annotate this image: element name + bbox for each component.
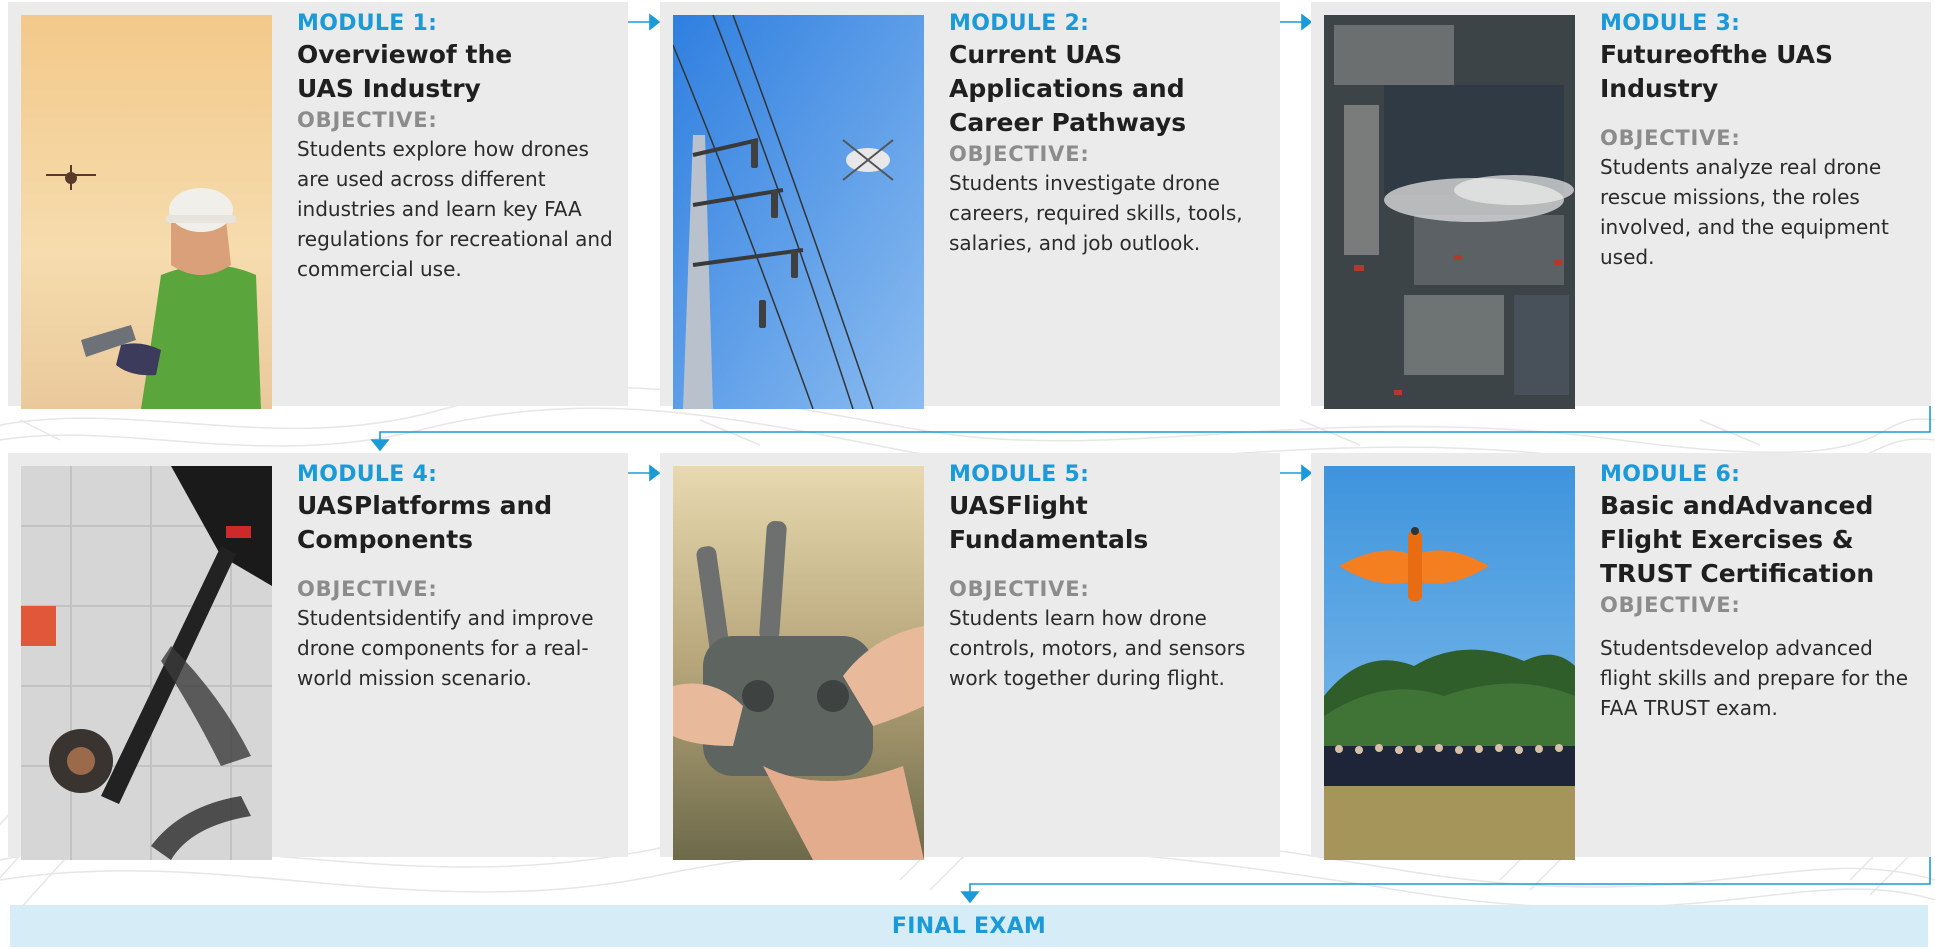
final-exam-label: FINAL EXAM — [891, 914, 1047, 939]
module-title: Basic andAdvanced Flight Exercises & TRU… — [1600, 489, 1925, 591]
module-title-line: Fundamentals — [949, 525, 1149, 554]
drone-pilot-photo — [21, 15, 272, 409]
module-title-line: Overviewof the — [297, 40, 513, 69]
module-title: UASFlight Fundamentals — [949, 489, 1274, 557]
module-title-line: Applications and — [949, 74, 1185, 103]
module-description: Students investigate drone careers, requ… — [949, 171, 1243, 255]
objective-label: OBJECTIVE: — [949, 142, 1090, 166]
module-title: Current UAS Applications and Career Path… — [949, 38, 1274, 140]
module-title-line: UASFlight — [949, 491, 1088, 520]
module-label: MODULE 6: — [1600, 462, 1741, 487]
objective-label: OBJECTIVE: — [1600, 593, 1741, 617]
module-card-2: MODULE 2: Current UAS Applications and C… — [660, 2, 1280, 409]
module-title-line: Current UAS — [949, 40, 1123, 69]
fixed-wing-drone-photo — [1324, 466, 1575, 860]
module-title: Futureofthe UAS Industry — [1600, 38, 1925, 106]
aerial-fire-photo — [1324, 15, 1575, 409]
module-title-line: TRUST Certification — [1600, 559, 1875, 588]
module-label: MODULE 3: — [1600, 11, 1741, 36]
objective-label: OBJECTIVE: — [949, 577, 1090, 601]
module-title-line: Industry — [1600, 74, 1719, 103]
module-card-3: MODULE 3: Futureofthe UAS Industry OBJEC… — [1311, 2, 1931, 409]
module-card-5: MODULE 5: UASFlight Fundamentals OBJECTI… — [660, 453, 1280, 860]
module-description: Students learn how drone controls, motor… — [949, 606, 1246, 690]
module-description: Students analyze real drone rescue missi… — [1600, 155, 1889, 269]
module-card-4: MODULE 4: UASPlatforms and Components OB… — [8, 453, 628, 860]
module-label: MODULE 2: — [949, 11, 1090, 36]
drone-components-photo — [21, 466, 272, 860]
module-title: UASPlatforms and Components — [297, 489, 622, 557]
final-exam-banner: FINAL EXAM — [10, 905, 1928, 947]
module-description: Students explore how drones are used acr… — [297, 137, 613, 281]
remote-controller-photo — [673, 466, 924, 860]
module-label: MODULE 4: — [297, 462, 438, 487]
module-label: MODULE 5: — [949, 462, 1090, 487]
objective-label: OBJECTIVE: — [297, 577, 438, 601]
module-description: Studentsdevelop advanced flight skills a… — [1600, 636, 1909, 720]
module-card-1: MODULE 1: Overviewof the UAS Industry OB… — [8, 2, 628, 409]
objective-label: OBJECTIVE: — [297, 108, 438, 132]
module-title-line: UAS Industry — [297, 74, 481, 103]
module-title-line: Basic andAdvanced — [1600, 491, 1874, 520]
module-description: Studentsidentify and improve drone compo… — [297, 606, 594, 690]
power-line-drone-photo — [673, 15, 924, 409]
module-title-line: UASPlatforms and — [297, 491, 553, 520]
objective-label: OBJECTIVE: — [1600, 126, 1741, 150]
module-title-line: Futureofthe UAS — [1600, 40, 1834, 69]
module-title-line: Career Pathways — [949, 108, 1187, 137]
module-title-line: Components — [297, 525, 474, 554]
module-title-line: Flight Exercises & — [1600, 525, 1854, 554]
module-title: Overviewof the UAS Industry — [297, 38, 622, 106]
module-card-6: MODULE 6: Basic andAdvanced Flight Exerc… — [1311, 453, 1931, 860]
module-label: MODULE 1: — [297, 11, 438, 36]
